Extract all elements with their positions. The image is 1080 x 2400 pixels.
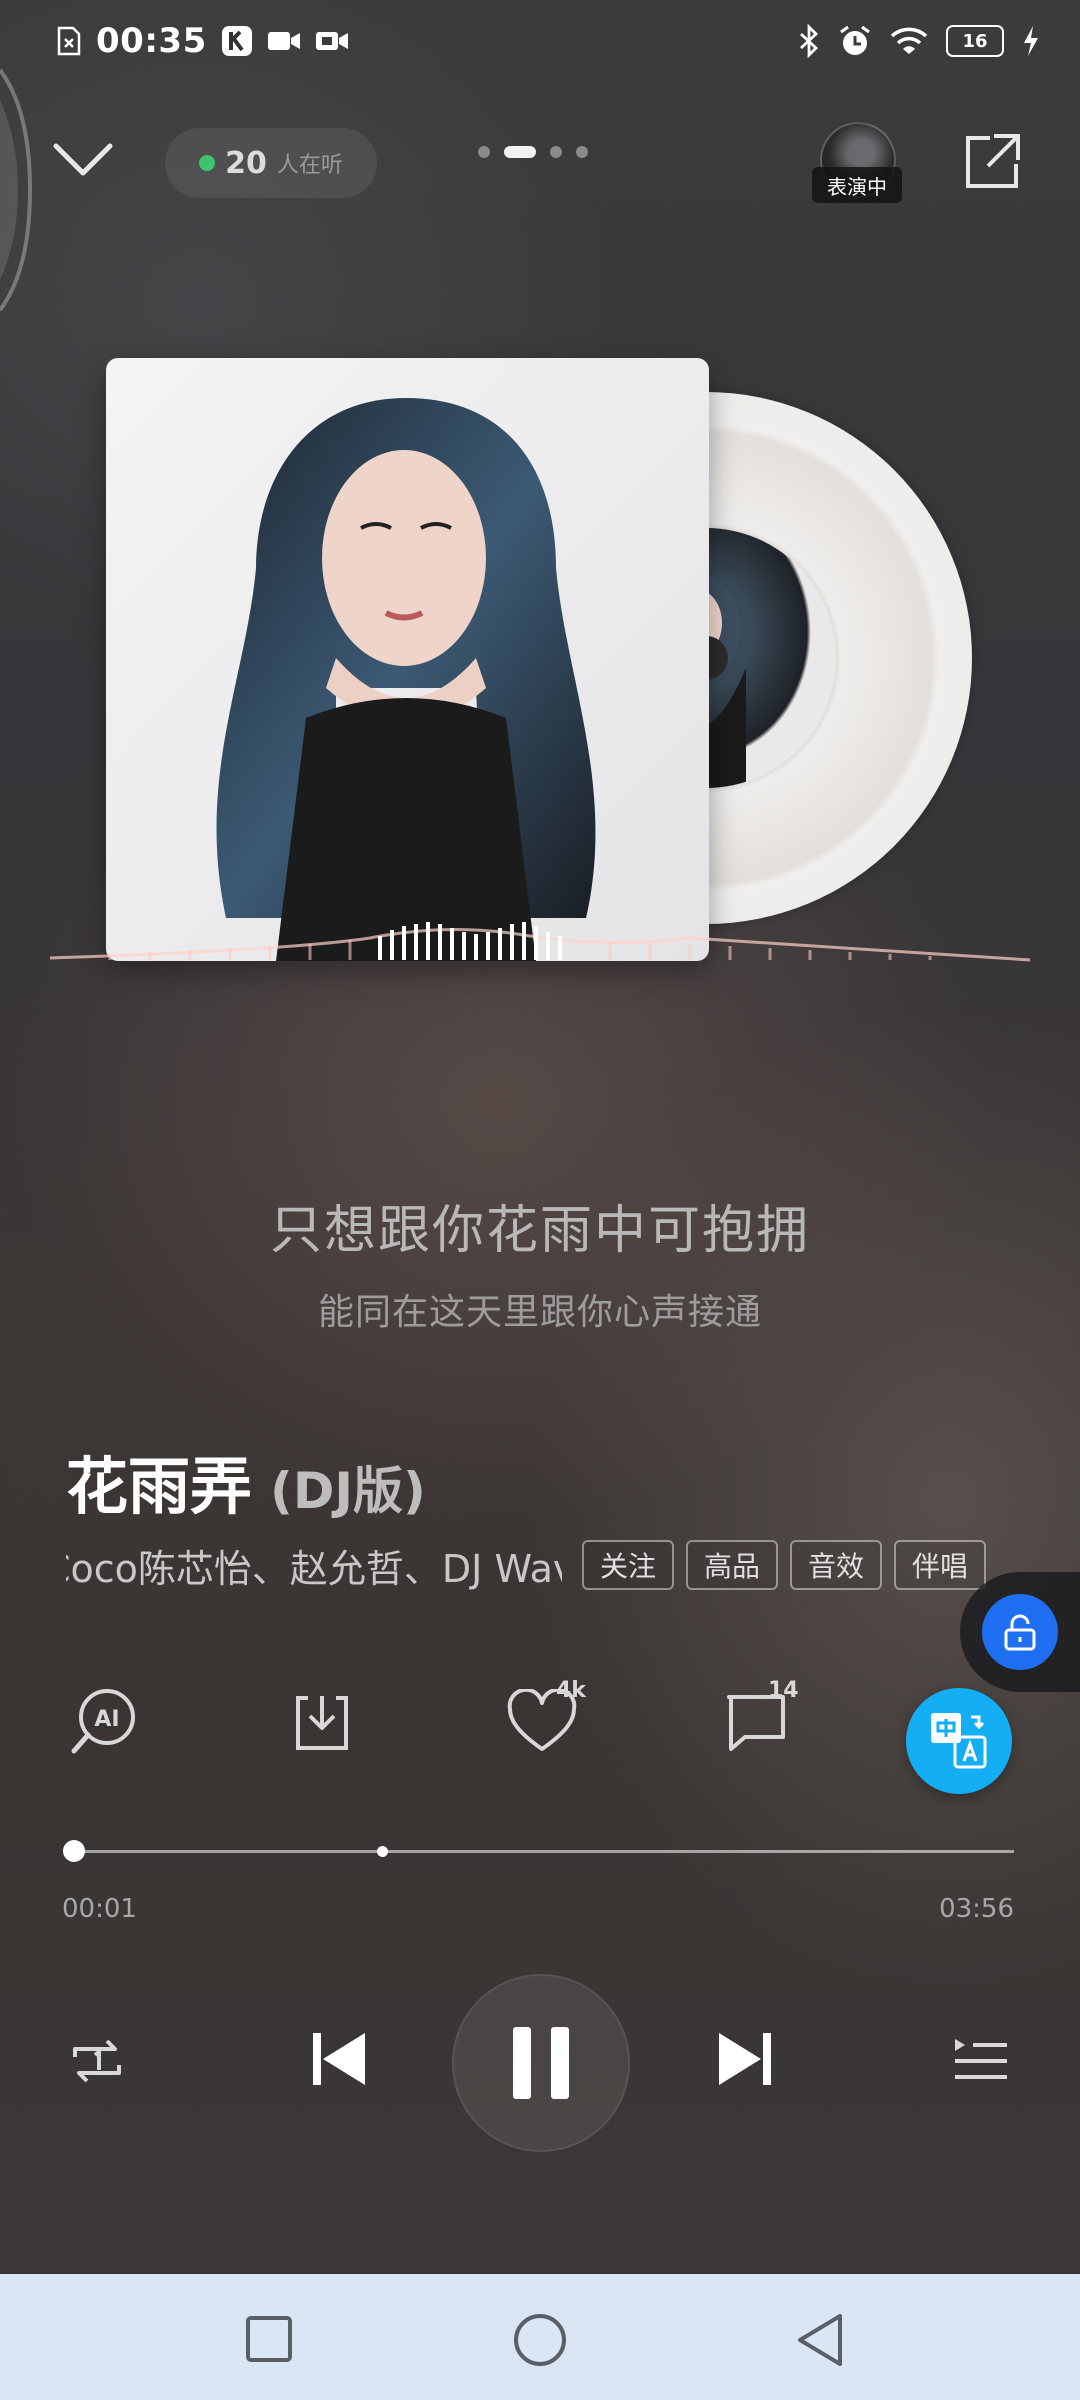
collapse-chevron-icon[interactable]: [52, 140, 114, 180]
unlock-icon: [1004, 1614, 1036, 1651]
page-dot: [550, 146, 562, 158]
quality-button[interactable]: 高品: [686, 1540, 779, 1590]
page-indicator: [478, 146, 588, 158]
artist-names: Coco陈芯怡、赵允哲、DJ Wave: [66, 1547, 562, 1591]
page-dot-active: [504, 146, 536, 158]
live-indicator-dot: [199, 155, 216, 171]
translate-icon: [931, 1713, 987, 1769]
current-lyric-line[interactable]: 只想跟你花雨中可抱拥: [0, 1188, 1080, 1263]
listeners-pill[interactable]: 20 人在听: [165, 128, 377, 198]
share-icon[interactable]: [960, 132, 1022, 194]
total-time: 03:56: [939, 1894, 1014, 1924]
comment-button[interactable]: 14: [716, 1678, 799, 1762]
unlock-button[interactable]: [982, 1594, 1058, 1670]
artists-marquee[interactable]: Coco陈芯怡、赵允哲、DJ Wave: [66, 1538, 562, 1594]
previous-icon: [313, 2033, 365, 2085]
page-dot: [478, 146, 490, 158]
back-triangle-icon[interactable]: [794, 2312, 846, 2368]
listeners-count: 20: [225, 145, 267, 181]
song-tags: 关注 高品 音效 伴唱: [582, 1540, 987, 1590]
ai-search-icon: AI: [71, 1689, 135, 1754]
download-button[interactable]: [282, 1682, 362, 1762]
pause-button[interactable]: [452, 1974, 630, 2152]
song-version: (DJ版): [270, 1462, 426, 1520]
buffer-marker: [376, 1846, 388, 1857]
progress-knob[interactable]: [62, 1840, 85, 1862]
bluetooth-icon: [800, 24, 819, 58]
sim-missing-icon: [57, 26, 81, 56]
ai-label: AI: [94, 1707, 119, 1732]
battery-icon: 16: [946, 25, 1004, 57]
video-icon: [267, 32, 300, 50]
listeners-label: 人在听: [276, 153, 343, 178]
translate-button[interactable]: [906, 1688, 1012, 1794]
karaoke-button[interactable]: 伴唱: [894, 1540, 987, 1590]
status-right: 16: [798, 16, 1040, 66]
like-button[interactable]: 4k: [502, 1678, 586, 1762]
like-count: 4k: [556, 1678, 586, 1703]
current-time: 00:01: [62, 1894, 137, 1924]
previous-button[interactable]: [294, 2014, 384, 2104]
status-time: 00:35: [96, 21, 207, 61]
page-dot: [576, 146, 588, 158]
status-left: 00:35: [56, 16, 349, 66]
ai-search-button[interactable]: AI: [64, 1682, 144, 1762]
system-nav-bar: [0, 2274, 1080, 2400]
progress-track[interactable]: [70, 1850, 1014, 1853]
video-call-icon: [315, 32, 348, 50]
battery-level: 16: [962, 30, 988, 52]
comment-count: 14: [768, 1678, 799, 1703]
song-title-row: 花雨弄 (DJ版): [66, 1436, 426, 1526]
home-circle-icon[interactable]: [512, 2312, 568, 2368]
next-icon: [719, 2033, 771, 2085]
alarm-icon: [840, 25, 870, 55]
song-title: 花雨弄: [66, 1450, 253, 1523]
pause-icon: [513, 2027, 569, 2099]
recents-square-icon[interactable]: [244, 2314, 294, 2364]
status-bar: 00:35 16: [0, 0, 1080, 84]
k-app-icon: [221, 26, 252, 56]
playlist-icon: [955, 2039, 1007, 2079]
edge-curve-decoration: [0, 68, 33, 312]
wifi-icon: [890, 27, 928, 54]
follow-button[interactable]: 关注: [582, 1540, 675, 1590]
charging-icon: [1024, 26, 1038, 56]
next-button[interactable]: [700, 2014, 790, 2104]
repeat-mode-button[interactable]: [62, 2026, 132, 2096]
download-icon: [296, 1696, 348, 1750]
performer-tag: 表演中: [812, 167, 902, 203]
album-cover[interactable]: [106, 358, 709, 961]
sound-effect-button[interactable]: 音效: [790, 1540, 883, 1590]
audio-waveform: [50, 922, 1030, 962]
next-lyric-line[interactable]: 能同在这天里跟你心声接通: [0, 1283, 1080, 1335]
playlist-button[interactable]: [946, 2026, 1016, 2096]
repeat-one-icon: [73, 2039, 121, 2083]
